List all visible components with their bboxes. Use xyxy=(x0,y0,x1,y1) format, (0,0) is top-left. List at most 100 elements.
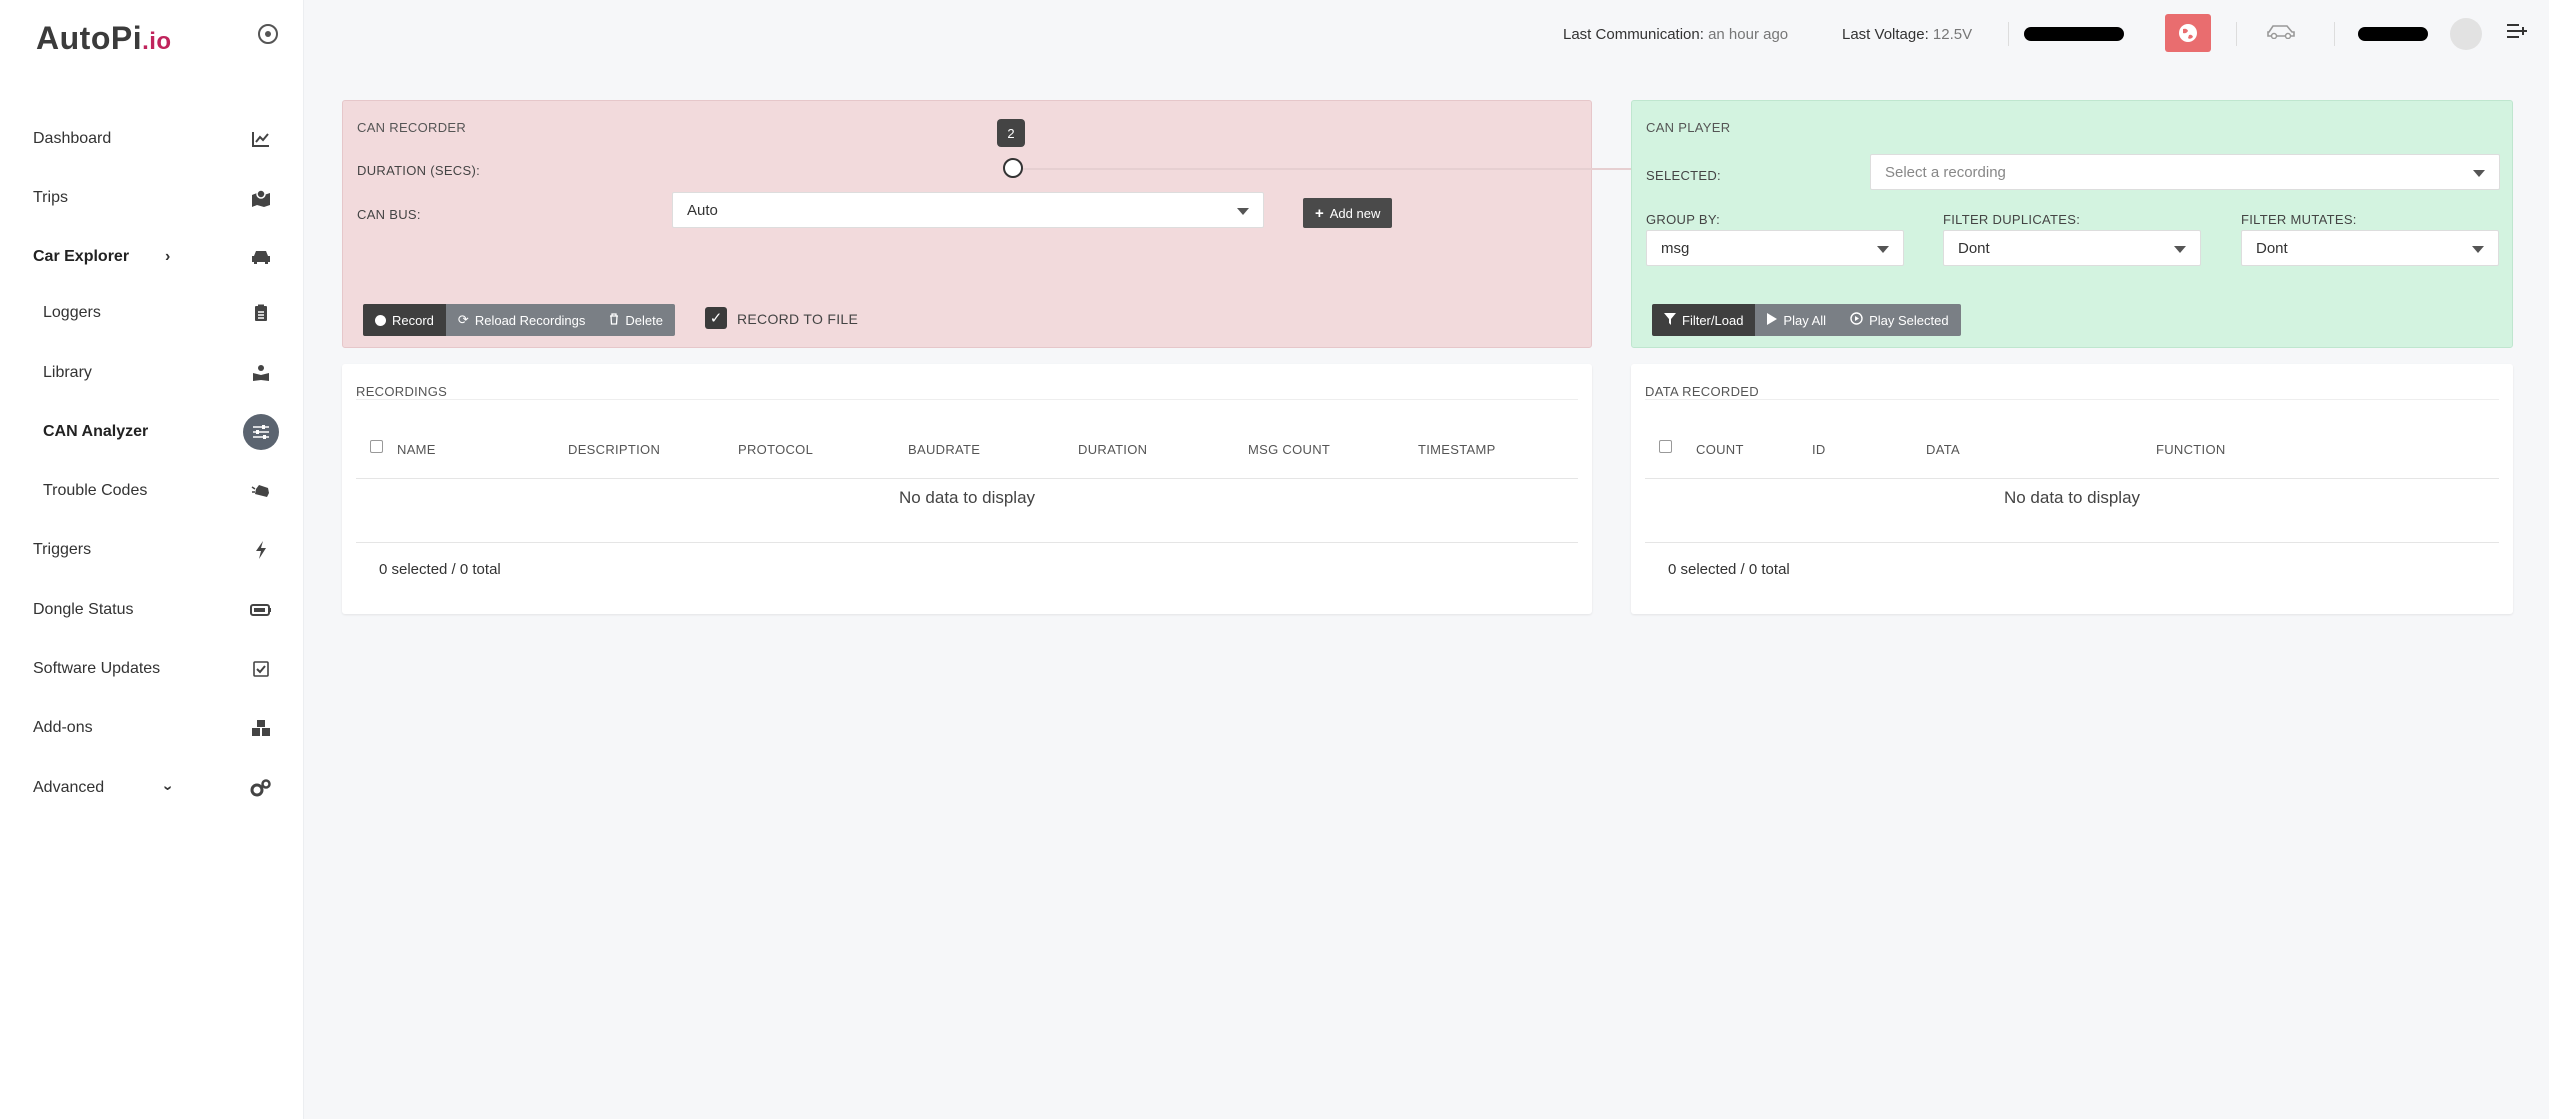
globe-icon xyxy=(2179,24,2197,42)
column-header[interactable]: TIMESTAMP xyxy=(1418,442,1496,457)
divider xyxy=(2236,22,2237,46)
menu-add-icon[interactable] xyxy=(2506,20,2528,46)
panel-title: RECORDINGS xyxy=(356,384,448,399)
play-icon xyxy=(1767,312,1778,328)
delete-button[interactable]: Delete xyxy=(597,304,675,336)
vehicle-icon[interactable] xyxy=(2266,22,2296,45)
last-communication: Last Communication: an hour ago xyxy=(1563,26,1789,43)
plus-icon: + xyxy=(1315,204,1324,222)
divider xyxy=(356,399,1578,400)
chevron-down-icon: › xyxy=(159,785,177,791)
column-header[interactable]: DURATION xyxy=(1078,442,1147,457)
record-button[interactable]: Record xyxy=(363,304,446,336)
map-marked-icon xyxy=(250,187,272,209)
column-header[interactable]: DATA xyxy=(1926,442,1960,457)
caret-down-icon xyxy=(1237,208,1249,215)
duration-value-tooltip: 2 xyxy=(997,119,1025,147)
last-voltage: Last Voltage: 12.5V xyxy=(1842,26,1973,43)
sidebar-item-label: Car Explorer xyxy=(33,248,130,265)
car-crash-icon xyxy=(250,480,272,502)
sidebar-item-car-explorer[interactable]: Car Explorer › xyxy=(0,237,300,277)
column-header[interactable]: COUNT xyxy=(1696,442,1744,457)
sidebar-item-trips[interactable]: Trips xyxy=(0,178,300,218)
play-selected-button[interactable]: Play Selected xyxy=(1838,304,1961,336)
canbus-select[interactable]: Auto xyxy=(672,192,1264,228)
sidebar-item-label: Loggers xyxy=(43,304,101,321)
sidebar-item-software-updates[interactable]: Software Updates xyxy=(0,649,300,689)
filter-duplicates-select[interactable]: Dont xyxy=(1943,230,2201,266)
column-header[interactable]: FUNCTION xyxy=(2156,442,2226,457)
sidebar-item-can-analyzer[interactable]: CAN Analyzer xyxy=(0,412,300,452)
caret-down-icon xyxy=(2472,246,2484,253)
column-header[interactable]: PROTOCOL xyxy=(738,442,813,457)
divider xyxy=(1645,399,2499,400)
divider xyxy=(356,478,1578,479)
recording-select[interactable]: Select a recording xyxy=(1870,154,2500,190)
circle-icon xyxy=(375,314,386,326)
filter-load-button[interactable]: Filter/Load xyxy=(1652,304,1756,336)
record-to-file-label: RECORD TO FILE xyxy=(737,311,859,327)
sidebar-item-advanced[interactable]: Advanced › xyxy=(0,768,300,808)
select-all-checkbox[interactable] xyxy=(1659,440,1672,453)
filter-mutates-select[interactable]: Dont xyxy=(2241,230,2499,266)
reload-recordings-button[interactable]: ⟳ Reload Recordings xyxy=(445,304,598,336)
check-icon: ✓ xyxy=(709,310,723,327)
redacted-device-name xyxy=(2024,27,2124,41)
can-player-panel: CAN PLAYER SELECTED: Select a recording … xyxy=(1631,100,2513,348)
column-header[interactable]: ID xyxy=(1812,442,1826,457)
empty-message: No data to display xyxy=(898,488,1036,507)
globe-button[interactable] xyxy=(2165,14,2211,52)
sidebar-item-trouble-codes[interactable]: Trouble Codes xyxy=(0,471,300,511)
sidebar-item-dongle-status[interactable]: Dongle Status xyxy=(0,590,300,630)
sidebar-item-label: Library xyxy=(43,364,92,381)
avatar[interactable] xyxy=(2450,18,2482,50)
app-logo[interactable]: AutoPi.io xyxy=(36,20,172,57)
column-header[interactable]: DESCRIPTION xyxy=(568,442,660,457)
selected-label: SELECTED: xyxy=(1646,168,1721,183)
sidebar-item-label: Dongle Status xyxy=(33,601,134,618)
record-to-file-checkbox[interactable]: ✓ xyxy=(705,307,727,329)
column-header[interactable]: NAME xyxy=(397,442,436,457)
chart-line-icon xyxy=(250,128,272,150)
divider xyxy=(1645,542,2499,543)
select-all-checkbox[interactable] xyxy=(370,440,383,453)
sidebar-item-library[interactable]: Library xyxy=(0,353,300,393)
sidebar-item-label: CAN Analyzer xyxy=(43,423,149,440)
divider xyxy=(356,542,1578,543)
filter-duplicates-value: Dont xyxy=(1958,239,1990,257)
caret-down-icon xyxy=(2174,246,2186,253)
duration-label: DURATION (SECS): xyxy=(357,163,481,178)
add-new-button[interactable]: + Add new xyxy=(1303,198,1393,228)
empty-message: No data to display xyxy=(2003,488,2141,507)
check-square-icon xyxy=(250,658,272,680)
can-recorder-panel: CAN RECORDER DURATION (SECS): 2 CAN BUS:… xyxy=(342,100,1928,348)
column-header[interactable]: BAUDRATE xyxy=(908,442,980,457)
sidebar-item-label: Add-ons xyxy=(33,719,93,736)
sidebar-item-label: Trips xyxy=(33,189,68,206)
cogs-icon xyxy=(250,777,272,799)
sidebar-item-label: Software Updates xyxy=(33,660,161,677)
group-by-select[interactable]: msg xyxy=(1646,230,1904,266)
recording-select-placeholder: Select a recording xyxy=(1885,163,2006,181)
sidebar-item-dashboard[interactable]: Dashboard xyxy=(0,119,300,159)
divider xyxy=(2334,22,2335,46)
divider xyxy=(1645,478,2499,479)
sidebar-toggle-icon[interactable] xyxy=(258,24,278,44)
sidebar-item-add-ons[interactable]: Add-ons xyxy=(0,708,300,748)
filter-mutates-label: FILTER MUTATES: xyxy=(2241,212,2357,227)
sidebar-item-triggers[interactable]: Triggers xyxy=(0,530,300,570)
duration-slider-handle[interactable] xyxy=(1003,158,1023,178)
panel-title: DATA RECORDED xyxy=(1645,384,1759,399)
canbus-select-value: Auto xyxy=(687,201,718,219)
filter-icon xyxy=(1664,312,1676,328)
sliders-icon xyxy=(243,414,279,450)
group-by-value: msg xyxy=(1661,239,1690,257)
play-all-button[interactable]: Play All xyxy=(1755,304,1839,336)
caret-down-icon xyxy=(1877,246,1889,253)
filter-mutates-value: Dont xyxy=(2256,239,2288,257)
play-circle-icon xyxy=(1850,312,1863,328)
filter-duplicates-label: FILTER DUPLICATES: xyxy=(1943,212,2081,227)
refresh-icon: ⟳ xyxy=(457,312,469,327)
sidebar-item-loggers[interactable]: Loggers xyxy=(0,293,300,333)
column-header[interactable]: MSG COUNT xyxy=(1248,442,1330,457)
